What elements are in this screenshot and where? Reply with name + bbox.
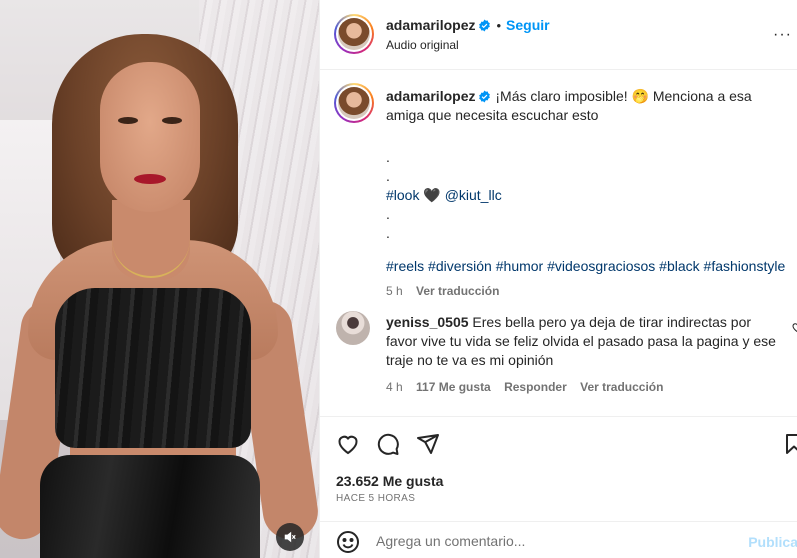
mute-icon [284, 531, 296, 543]
hashtag[interactable]: #fashionstyle [704, 258, 786, 274]
hashtag[interactable]: #diversión [428, 258, 492, 274]
post-header: adamarilopez • Seguir Audio original ··· [320, 0, 797, 70]
comment-meta: 4 h 117 Me gusta Responder Ver traducció… [386, 378, 781, 397]
save-button[interactable] [782, 432, 797, 459]
black-leather-top [55, 288, 251, 448]
comment-icon [377, 433, 399, 455]
post-timestamp[interactable]: HACE 5 HORAS [336, 493, 415, 504]
verified-badge-icon [479, 90, 491, 103]
black-heart-emoji: 🖤 [423, 187, 441, 203]
lips [134, 174, 166, 184]
mute-button[interactable] [276, 523, 304, 551]
more-options-icon[interactable]: ··· [773, 26, 792, 44]
caption-translate-link[interactable]: Ver traducción [416, 284, 499, 298]
caption: adamarilopez ¡Más claro imposible! 🤭 Men… [386, 87, 791, 301]
comment-likes[interactable]: 117 Me gusta [416, 380, 491, 394]
caption-dot: . [386, 225, 390, 241]
author-avatar[interactable] [334, 14, 374, 54]
audio-label[interactable]: Audio original [386, 38, 459, 52]
hashtag-list: #reels #diversión #humor #videosgracioso… [386, 257, 791, 276]
comment-button[interactable] [376, 432, 400, 459]
comment-translate-link[interactable]: Ver traducción [580, 380, 663, 394]
comment-time: 4 h [386, 380, 403, 394]
eye-right [162, 117, 182, 124]
like-count[interactable]: 23.652 Me gusta [336, 473, 443, 489]
share-icon [417, 434, 439, 454]
hashtag[interactable]: #videosgraciosos [547, 258, 655, 274]
comment-item: yeniss_0505 Eres bella pero ya deja de t… [386, 313, 781, 397]
caption-meta: 5 h Ver traducción [386, 282, 791, 301]
hashtag-look[interactable]: #look [386, 187, 419, 203]
hashtag[interactable]: #humor [496, 258, 543, 274]
emoji-icon [337, 531, 359, 553]
emoji-button[interactable] [336, 530, 360, 557]
separator-dot: • [496, 18, 502, 33]
comments-section: adamarilopez ¡Más claro imposible! 🤭 Men… [320, 71, 797, 415]
reel-video[interactable] [0, 0, 319, 558]
caption-dot: . [386, 206, 390, 222]
hashtag[interactable]: #reels [386, 258, 424, 274]
bookmark-icon [786, 434, 797, 454]
like-button[interactable] [336, 432, 360, 459]
caption-time: 5 h [386, 284, 403, 298]
caption-username[interactable]: adamarilopez [386, 88, 475, 104]
comment-input[interactable] [376, 528, 736, 554]
caption-dot: . [386, 168, 390, 184]
person-face [100, 62, 200, 212]
caption-author-avatar[interactable] [334, 83, 374, 123]
caption-dot: . [386, 149, 390, 165]
follow-button[interactable]: Seguir [506, 17, 550, 33]
heart-icon [338, 435, 358, 455]
share-button[interactable] [416, 432, 440, 459]
commenter-avatar[interactable] [336, 311, 370, 345]
commenter-username[interactable]: yeniss_0505 [386, 314, 469, 330]
hashtag[interactable]: #black [659, 258, 699, 274]
eye-left [118, 117, 138, 124]
comment-composer: Publica [320, 521, 797, 558]
comment-like-heart-icon[interactable] [790, 321, 797, 333]
verified-badge-icon [479, 19, 491, 32]
mention-kiut[interactable]: @kiut_llc [445, 187, 502, 203]
reply-button[interactable]: Responder [504, 380, 567, 394]
black-leather-pants [40, 455, 260, 558]
publish-button[interactable]: Publica [748, 534, 797, 550]
author-username[interactable]: adamarilopez [386, 17, 475, 33]
post-panel: adamarilopez • Seguir Audio original ··· a… [319, 0, 797, 558]
